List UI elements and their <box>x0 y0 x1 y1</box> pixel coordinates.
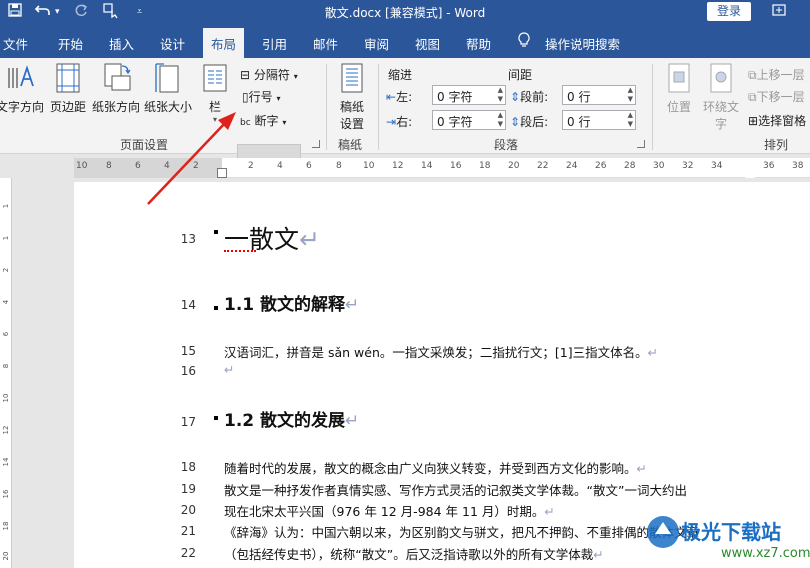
watermark-logo: 极光下载站 www.xz7.com <box>625 512 810 568</box>
watermark-icon <box>647 516 679 548</box>
annotation-arrow <box>147 112 236 205</box>
watermark-text: 极光下载站 <box>681 520 781 544</box>
watermark-url: www.xz7.com <box>721 546 810 561</box>
